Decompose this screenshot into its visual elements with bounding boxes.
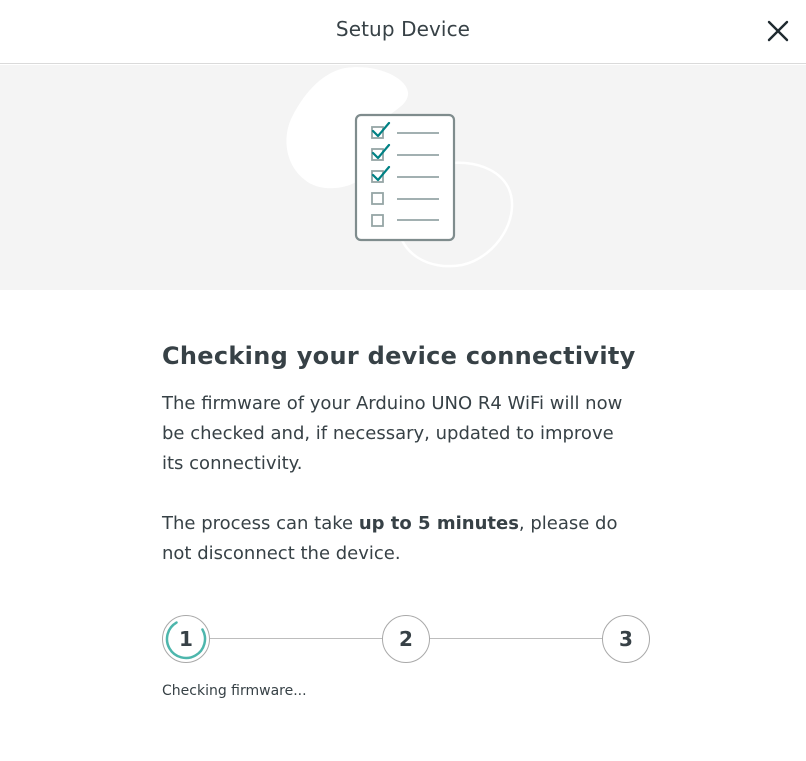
step-3-label: 3 [619, 627, 633, 651]
step-connector [429, 638, 602, 639]
hero-illustration-area [0, 65, 806, 290]
checklist-illustration [286, 67, 514, 268]
step-connector [209, 638, 382, 639]
dialog-title: Setup Device [335, 17, 471, 41]
duration-notice-emphasis: up to 5 minutes [358, 513, 519, 534]
progress-stepper: 1 2 3 [162, 615, 650, 663]
firmware-description: The firmware of your Arduino UNO R4 WiFi… [162, 393, 623, 474]
step-3: 3 [602, 615, 650, 663]
duration-notice-prefix: The process can take [162, 513, 359, 534]
step-1-label: 1 [179, 627, 193, 651]
dialog-header: Setup Device [0, 0, 806, 64]
step-2: 2 [382, 615, 430, 663]
step-2-label: 2 [399, 627, 413, 651]
status-text: Checking firmware... [162, 683, 307, 699]
duration-notice: The process can take up to 5 minutes, pl… [162, 509, 632, 569]
main-content: Checking your device connectivity The fi… [162, 338, 662, 569]
page-title: Checking your device connectivity [162, 342, 636, 370]
step-1: 1 [162, 615, 210, 663]
close-button[interactable] [766, 19, 790, 43]
close-icon [767, 20, 789, 42]
